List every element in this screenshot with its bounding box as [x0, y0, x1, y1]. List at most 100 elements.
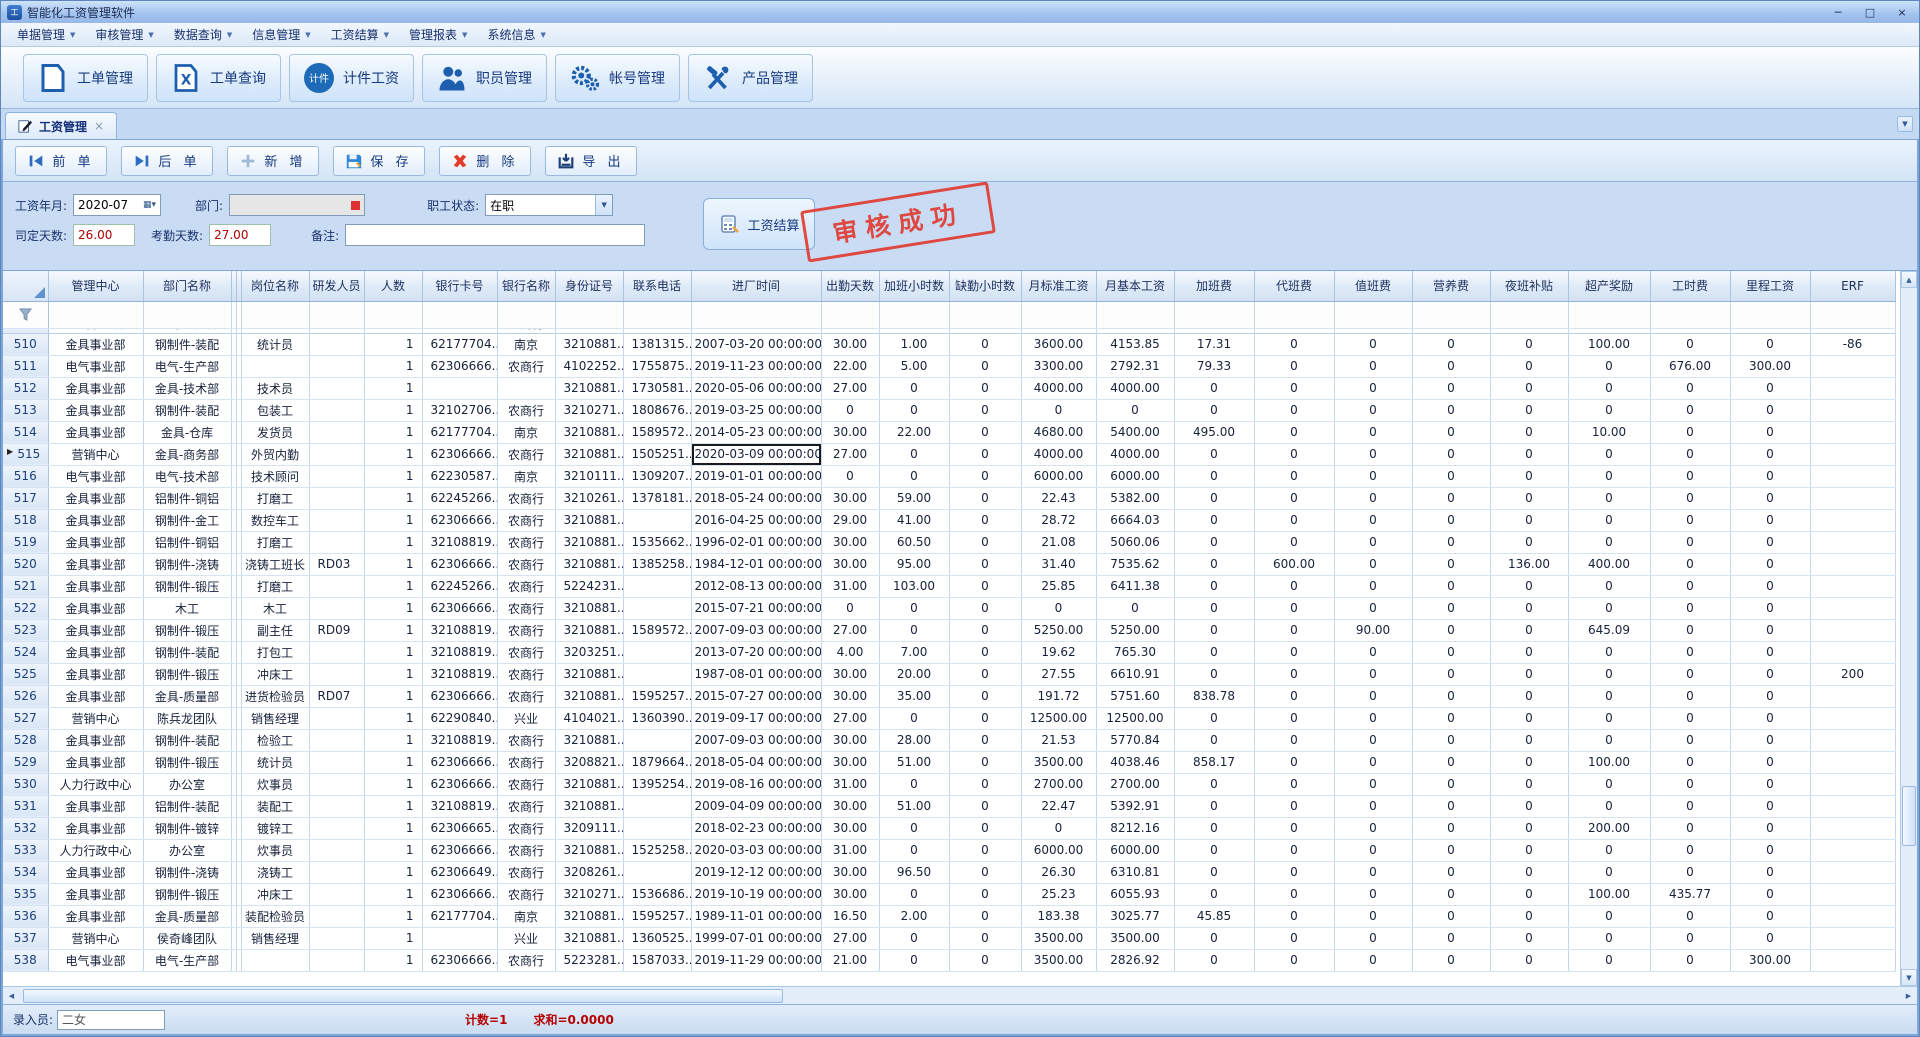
cell[interactable]: 1	[364, 839, 422, 861]
cell[interactable]: 300.00	[1730, 949, 1810, 971]
cell[interactable]: 62306666...	[422, 839, 497, 861]
cell[interactable]: 2700.00	[1096, 773, 1174, 795]
cell[interactable]: 0	[1490, 421, 1568, 443]
cell[interactable]: 农商行	[497, 883, 555, 905]
cell[interactable]: 79.33	[1174, 355, 1254, 377]
cell[interactable]: 22.00	[879, 421, 949, 443]
cell[interactable]	[309, 949, 364, 971]
cell[interactable]: 0	[1568, 399, 1650, 421]
cell[interactable]	[623, 861, 691, 883]
cell[interactable]: 5770.84	[1096, 729, 1174, 751]
tab-salary-management[interactable]: 工资管理 ×	[5, 112, 117, 139]
table-row-523[interactable]: 523金具事业部钢制件-锻压副主任RD09132108819...农商行3210…	[3, 619, 1895, 641]
cell[interactable]: 4104021...	[555, 707, 623, 729]
cell[interactable]: 62177704...	[422, 905, 497, 927]
cell[interactable]: 0	[1650, 619, 1730, 641]
cell[interactable]: 金具事业部	[48, 685, 143, 707]
cell[interactable]: 0	[879, 927, 949, 949]
cell[interactable]: 0	[1412, 817, 1490, 839]
cell[interactable]: 0	[1334, 597, 1412, 619]
column-header[interactable]: 部门名称	[143, 271, 231, 301]
cell[interactable]: 6411.38	[1096, 575, 1174, 597]
row-number[interactable]: 518	[3, 509, 48, 531]
cell[interactable]: 4102252...	[555, 355, 623, 377]
cell[interactable]: 30.00	[821, 421, 879, 443]
cell[interactable]: 0	[1490, 839, 1568, 861]
cell[interactable]: 60.50	[879, 531, 949, 553]
cell[interactable]: 0	[1174, 487, 1254, 509]
cell[interactable]: 3210881...	[555, 729, 623, 751]
cell[interactable]: 1	[364, 883, 422, 905]
cell[interactable]: 0	[1730, 795, 1810, 817]
column-header[interactable]: 人数	[364, 271, 422, 301]
cell[interactable]: 钢制件-装配	[143, 399, 231, 421]
cell[interactable]: 0	[1730, 663, 1810, 685]
cell[interactable]: 3210881...	[555, 663, 623, 685]
cell[interactable]: 0	[1650, 443, 1730, 465]
cell[interactable]: 钢制件-锻压	[143, 663, 231, 685]
filter-cell[interactable]	[241, 301, 309, 328]
cell[interactable]: 3210881...	[555, 443, 623, 465]
cell[interactable]: 62306666...	[422, 509, 497, 531]
cell[interactable]: 0	[1334, 399, 1412, 421]
cell[interactable]: 645.09	[1568, 619, 1650, 641]
cell[interactable]	[309, 465, 364, 487]
account-manage-button[interactable]: 帐号管理	[555, 54, 680, 102]
cell[interactable]: 0	[1730, 773, 1810, 795]
cell[interactable]: 30.00	[821, 333, 879, 355]
cell[interactable]: 1	[364, 905, 422, 927]
cell[interactable]: 4.00	[821, 641, 879, 663]
cell[interactable]: 0	[1412, 663, 1490, 685]
cell[interactable]: 2020-03-03 00:00:00	[691, 839, 821, 861]
cell[interactable]: 电气-生产部	[143, 355, 231, 377]
table-row-534[interactable]: 534金具事业部钢制件-浇铸浇铸工162306649...农商行3208261.…	[3, 861, 1895, 883]
cell[interactable]: 0	[1650, 817, 1730, 839]
cell[interactable]: 32108819...	[422, 641, 497, 663]
cell[interactable]: 0	[1334, 773, 1412, 795]
cell[interactable]: 兴业	[497, 707, 555, 729]
cell[interactable]: 0	[1730, 575, 1810, 597]
cell[interactable]: 1	[364, 927, 422, 949]
cell[interactable]: 金具事业部	[48, 641, 143, 663]
cell[interactable]: 金具事业部	[48, 487, 143, 509]
cell[interactable]: 农商行	[497, 641, 555, 663]
row-number[interactable]: 513	[3, 399, 48, 421]
cell[interactable]: 0	[1334, 883, 1412, 905]
cell[interactable]: 2826.92	[1096, 949, 1174, 971]
cell[interactable]: 1984-12-01 00:00:00	[691, 553, 821, 575]
cell[interactable]: 农商行	[497, 399, 555, 421]
cell[interactable]: RD09	[309, 619, 364, 641]
cell[interactable]: 农商行	[497, 487, 555, 509]
cell[interactable]: 0	[1334, 509, 1412, 531]
cell[interactable]: 浇铸工	[241, 861, 309, 883]
cell[interactable]: 3500.00	[1021, 927, 1096, 949]
cell[interactable]	[1810, 355, 1895, 377]
cell[interactable]: 0	[1334, 377, 1412, 399]
cell[interactable]: 0	[1334, 421, 1412, 443]
cell[interactable]: 0	[1568, 927, 1650, 949]
cell[interactable]: 95.00	[879, 553, 949, 575]
cell[interactable]	[1810, 729, 1895, 751]
cell[interactable]: 0	[1412, 927, 1490, 949]
cell[interactable]: 2.00	[879, 905, 949, 927]
cell[interactable]: 0	[1334, 905, 1412, 927]
cell[interactable]: 1	[364, 685, 422, 707]
cell[interactable]: 0	[879, 377, 949, 399]
cell[interactable]: 0	[1254, 773, 1334, 795]
cell[interactable]: 钢制件-锻压	[143, 575, 231, 597]
cell[interactable]: 0	[1412, 751, 1490, 773]
cell[interactable]: 农商行	[497, 839, 555, 861]
cell[interactable]: 农商行	[497, 773, 555, 795]
cell[interactable]: 22.43	[1021, 487, 1096, 509]
cell[interactable]: 0	[949, 619, 1021, 641]
cell[interactable]: 4153.85	[1096, 333, 1174, 355]
cell[interactable]: 3500.00	[1021, 751, 1096, 773]
row-number[interactable]: 512	[3, 377, 48, 399]
cell[interactable]: 12500.00	[1096, 707, 1174, 729]
add-button[interactable]: 新 增	[227, 146, 319, 176]
cell[interactable]: 0	[1490, 399, 1568, 421]
cell[interactable]: 0	[949, 751, 1021, 773]
cell[interactable]: 0	[1174, 377, 1254, 399]
cell[interactable]: 0	[1412, 443, 1490, 465]
cell[interactable]: 30.00	[821, 729, 879, 751]
